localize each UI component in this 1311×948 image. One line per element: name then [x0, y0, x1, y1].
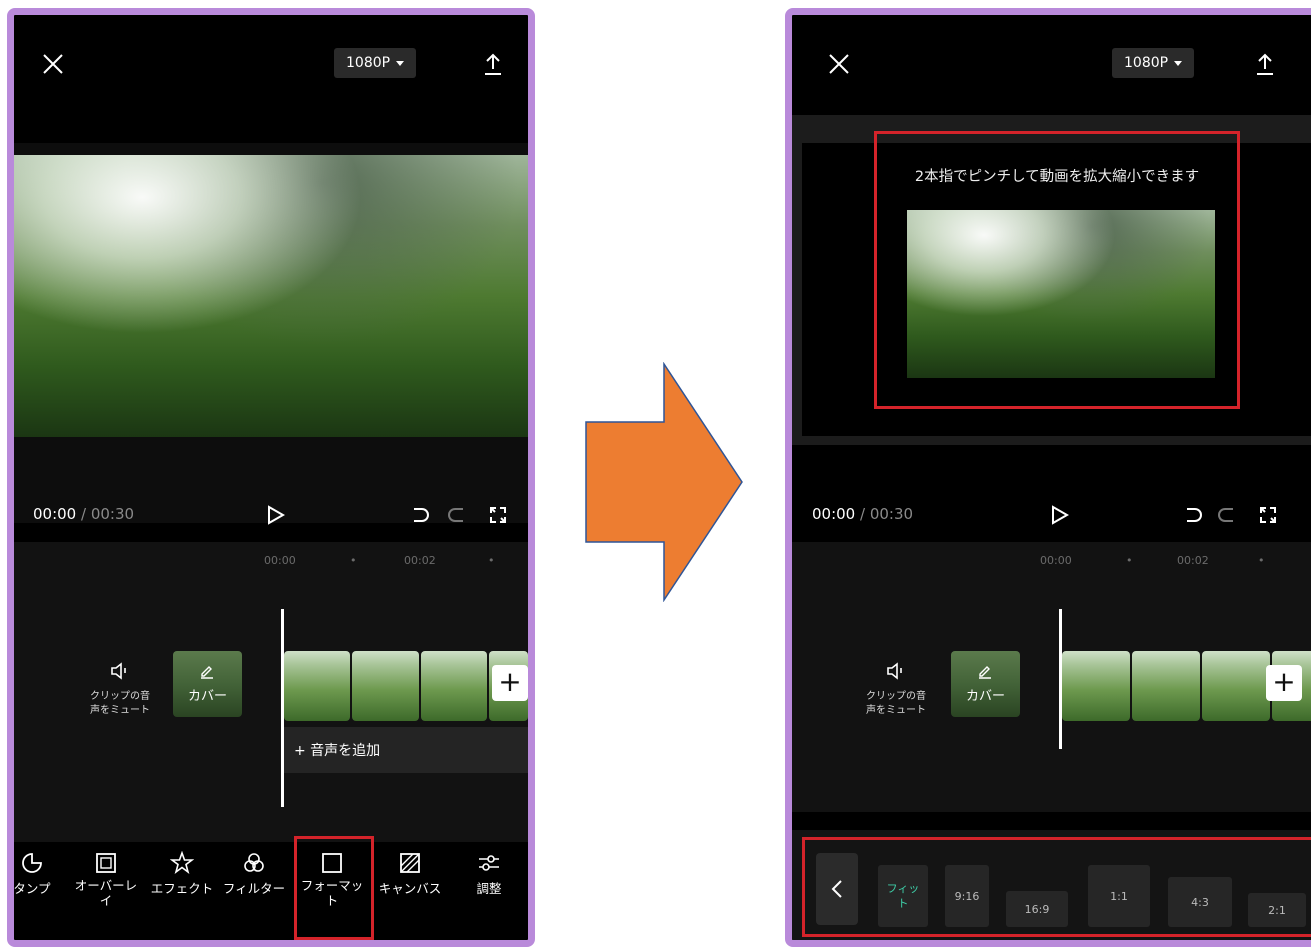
add-audio-button[interactable]: + 音声を追加 — [284, 727, 528, 773]
cover-thumbnail[interactable]: カバー — [951, 651, 1020, 717]
mute-clip-label[interactable]: クリップの音 声をミュート — [852, 690, 940, 718]
resolution-label: 1080P — [1124, 55, 1169, 71]
time-display: 00:00 / 00:30 — [33, 505, 134, 523]
tool-label: エフェクト — [150, 881, 214, 896]
speaker-icon[interactable] — [108, 659, 132, 683]
tool-label: オーバーレ イ — [74, 878, 138, 908]
mute-label-line1: クリップの音 — [866, 691, 926, 702]
tool-label: キャンバス — [378, 881, 442, 896]
export-icon[interactable] — [1248, 47, 1282, 81]
tool-filter[interactable]: フィルター — [219, 851, 289, 897]
play-icon[interactable] — [1046, 501, 1074, 529]
chevron-down-icon — [1174, 60, 1183, 66]
clip-frame — [1202, 651, 1270, 721]
edit-icon — [973, 661, 997, 681]
ruler-tick: 00:02 — [404, 554, 436, 567]
effect-icon — [169, 850, 195, 875]
tool-canvas[interactable]: キャンバス — [372, 851, 448, 897]
speaker-icon[interactable] — [884, 659, 908, 683]
cover-thumbnail[interactable]: カバー — [173, 651, 242, 717]
resolution-label: 1080P — [346, 55, 391, 71]
clip-frame — [1062, 651, 1130, 721]
resolution-button[interactable]: 1080P — [334, 48, 417, 78]
ratio-1-1[interactable]: 1:1 — [1088, 865, 1150, 927]
total-time: / 00:30 — [855, 505, 914, 523]
ruler-tick: 00:00 — [264, 554, 296, 567]
cover-label: カバー — [187, 689, 227, 704]
filter-icon — [244, 853, 264, 872]
fullscreen-icon[interactable] — [1254, 501, 1282, 529]
ruler-dot: • — [350, 554, 357, 567]
close-icon[interactable] — [36, 47, 70, 81]
playhead[interactable] — [1059, 609, 1062, 749]
tool-label: 調整 — [476, 881, 502, 896]
clip-frame — [352, 651, 419, 721]
current-time: 00:00 — [812, 505, 856, 523]
clip-frame — [420, 651, 487, 721]
export-icon[interactable] — [476, 47, 510, 81]
right-arrow-icon — [585, 362, 743, 602]
undo-icon[interactable] — [407, 501, 433, 529]
ruler-dot: • — [488, 554, 495, 567]
resolution-button[interactable]: 1080P — [1112, 48, 1195, 78]
phone-screen-after: 1080P 2本指でピンチして動画を拡大縮小できます 00:00 / 00:30… — [785, 8, 1311, 947]
back-chevron-icon[interactable] — [816, 853, 858, 925]
tool-adjust[interactable]: 調整 — [464, 851, 514, 897]
tool-label: フィルター — [222, 881, 286, 896]
total-time: / 00:30 — [76, 505, 135, 523]
ratio-2-1[interactable]: 2:1 — [1248, 893, 1306, 927]
clip-frame — [284, 651, 351, 721]
tool-label: タンプ — [13, 881, 51, 896]
add-clip-button[interactable]: + — [492, 665, 528, 701]
overlay-icon — [96, 853, 116, 873]
ratio-16-9[interactable]: 16:9 — [1006, 891, 1068, 927]
ruler-dot: • — [1258, 554, 1265, 567]
time-display: 00:00 / 00:30 — [812, 505, 913, 523]
playhead[interactable] — [281, 609, 284, 807]
redo-icon[interactable] — [444, 501, 470, 529]
redo-icon[interactable] — [1214, 501, 1240, 529]
play-icon[interactable] — [262, 501, 290, 529]
clip-frame — [1132, 651, 1200, 721]
mute-label-line2: 声をミュート — [90, 705, 150, 716]
close-icon[interactable] — [822, 47, 856, 81]
add-clip-button[interactable]: + — [1266, 665, 1302, 701]
highlight-format-tool — [294, 836, 374, 940]
chevron-down-icon — [396, 60, 405, 66]
ratio-9-16[interactable]: 9:16 — [945, 865, 989, 927]
preview-area[interactable] — [14, 143, 528, 523]
pinch-hint-text: 2本指でピンチして動画を拡大縮小できます — [914, 169, 1200, 185]
fullscreen-icon[interactable] — [484, 501, 512, 529]
cover-label: カバー — [965, 689, 1005, 704]
mute-label-line2: 声をミュート — [866, 705, 926, 716]
canvas-icon — [400, 853, 420, 873]
tool-sticker[interactable]: タンプ — [13, 851, 60, 897]
bottom-toolbar: タンプ オーバーレ イ エフェクト フィルター フォーマッ ト キャンバス 調整 — [13, 850, 528, 940]
tool-effect[interactable]: エフェクト — [147, 850, 217, 897]
phone-screen-before: 1080P 00:00 / 00:30 00:00 • 00:02 • クリップ… — [7, 8, 535, 947]
tool-overlay[interactable]: オーバーレ イ — [66, 851, 146, 908]
ratio-4-3[interactable]: 4:3 — [1168, 877, 1232, 927]
edit-icon — [195, 661, 219, 681]
ratio-fit[interactable]: フィッ ト — [878, 865, 928, 927]
sticker-icon — [22, 853, 42, 873]
mute-clip-label[interactable]: クリップの音 声をミュート — [76, 690, 164, 718]
mute-label-line1: クリップの音 — [90, 691, 150, 702]
adjust-icon — [479, 855, 499, 871]
current-time: 00:00 — [33, 505, 77, 523]
ruler-tick: 00:02 — [1177, 554, 1209, 567]
ruler-dot: • — [1126, 554, 1133, 567]
video-frame-scaled[interactable] — [907, 210, 1215, 378]
video-frame — [14, 155, 528, 437]
ruler-tick: 00:00 — [1040, 554, 1072, 567]
undo-icon[interactable] — [1180, 501, 1206, 529]
